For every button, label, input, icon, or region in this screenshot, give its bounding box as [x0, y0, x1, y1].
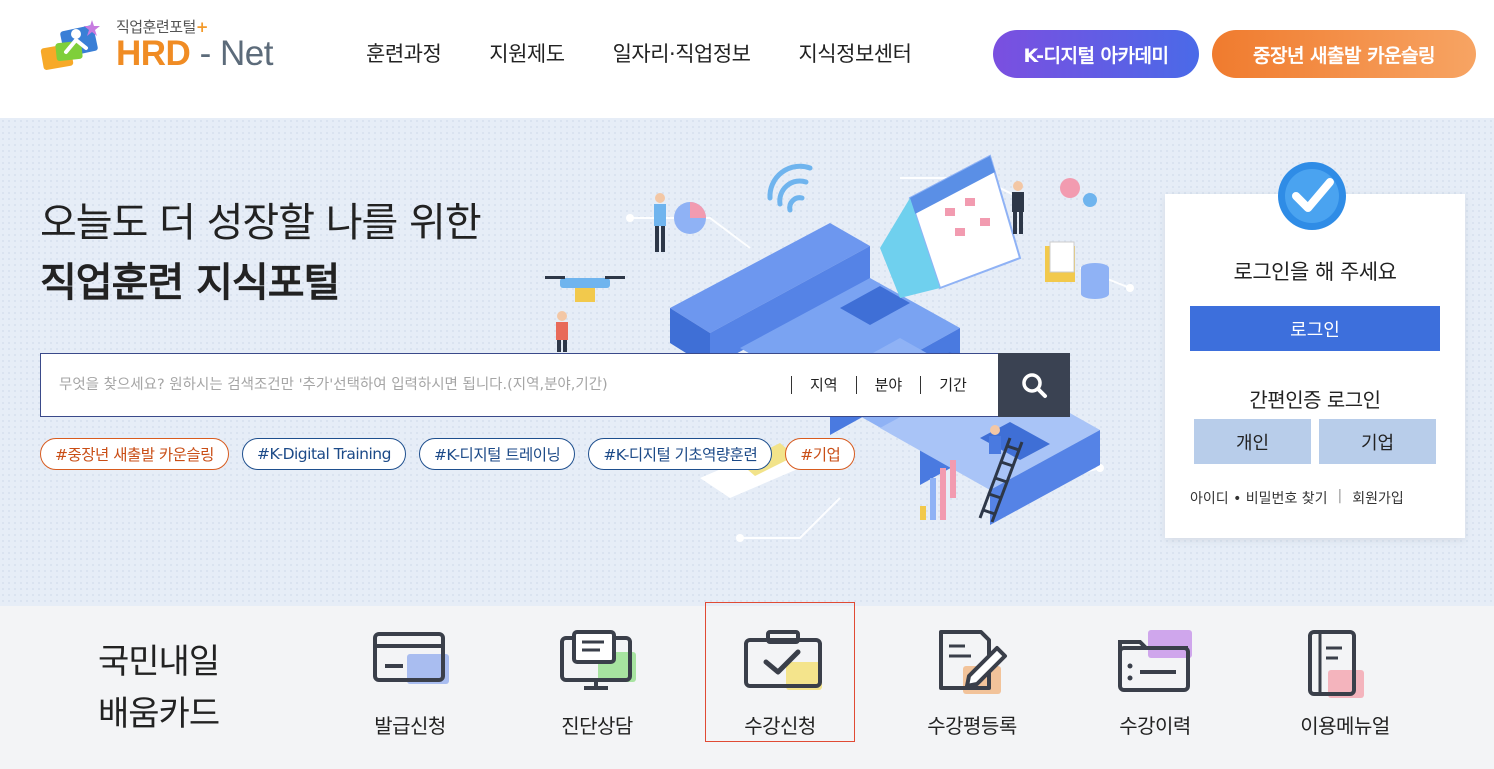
- learning-card-title-line1: 국민내일: [98, 642, 220, 682]
- tag-k-digital-training-kr[interactable]: #K-디지털 트레이닝: [418, 438, 576, 470]
- personal-login-button[interactable]: 개인: [1194, 419, 1311, 464]
- tag-k-digital-basic[interactable]: #K-디지털 기초역량훈련: [588, 438, 773, 470]
- briefcase-check-icon: [744, 630, 822, 690]
- menu-label-enrollment: 수강신청: [744, 714, 816, 738]
- tag-midcareer-counseling[interactable]: #중장년 새출발 카운슬링: [40, 438, 229, 470]
- menu-diagnostic-consult[interactable]: 진단상담: [522, 606, 672, 742]
- hero-title-line1: 오늘도 더 성장할 나를 위한: [40, 200, 482, 246]
- learning-card-title-line2: 배움카드: [98, 694, 220, 734]
- login-prompt: 로그인을 해 주세요: [1233, 260, 1397, 284]
- manual-book-icon: [1308, 630, 1364, 698]
- hashtag-list: #중장년 새출발 카운슬링 #K-Digital Training #K-디지털…: [40, 438, 868, 470]
- filter-period[interactable]: 기간: [920, 376, 985, 394]
- tag-corporate[interactable]: #기업: [785, 438, 856, 470]
- link-separator: |: [1337, 488, 1343, 504]
- hrd-net-logo[interactable]: 직업훈련포털+ HRD - Net: [40, 14, 290, 76]
- filter-field[interactable]: 분야: [855, 376, 921, 394]
- document-edit-icon: [939, 630, 1007, 694]
- menu-course-review[interactable]: 수강평등록: [897, 606, 1047, 742]
- nav-knowledge-center[interactable]: 지식정보센터: [798, 38, 911, 68]
- search-button[interactable]: [998, 353, 1070, 417]
- monitor-chat-icon: [560, 630, 636, 690]
- hero-title-line2: 직업훈련 지식포털: [40, 260, 340, 306]
- menu-issue-application[interactable]: 발급신청: [335, 606, 485, 742]
- nav-job-info[interactable]: 일자리·직업정보: [613, 38, 751, 68]
- tag-k-digital-training[interactable]: #K-Digital Training: [241, 438, 406, 470]
- menu-label-manual: 이용메뉴얼: [1300, 714, 1390, 738]
- nav-training-courses[interactable]: 훈련과정: [366, 38, 442, 68]
- login-button[interactable]: 로그인: [1190, 306, 1440, 351]
- midcareer-counseling-button[interactable]: 중장년 새출발 카운슬링: [1212, 30, 1476, 78]
- menu-label-review: 수강평등록: [927, 714, 1017, 738]
- corporate-login-button[interactable]: 기업: [1319, 419, 1436, 464]
- search-filters: 지역 분야 기간: [791, 354, 985, 416]
- easy-auth-title: 간편인증 로그인: [1249, 388, 1381, 412]
- logo-dash: -: [199, 34, 212, 73]
- header: 직업훈련포털+ HRD - Net 훈련과정 지원제도 일자리·직업정보 지식정…: [0, 0, 1494, 118]
- login-card: 로그인을 해 주세요 로그인 간편인증 로그인 개인 기업 아이디 • 비밀번호…: [1165, 194, 1465, 538]
- search-icon: [1022, 373, 1047, 398]
- menu-label-diagnostic: 진단상담: [561, 714, 633, 738]
- menu-course-enrollment[interactable]: 수강신청: [705, 602, 855, 742]
- menu-label-history: 수강이력: [1119, 714, 1191, 738]
- learning-card-title: 국민내일 배움카드: [98, 636, 220, 740]
- card-icon: [373, 632, 449, 684]
- logo-mark-icon: [40, 20, 100, 70]
- logo-hrd: HRD: [116, 34, 191, 73]
- logo-net: Net: [219, 34, 273, 73]
- learning-card-section: 국민내일 배움카드 발급신청 진단상담 수강신청 수강평등록 수강이력 이용메뉴…: [0, 602, 1494, 769]
- nav-support-system[interactable]: 지원제도: [489, 38, 565, 68]
- login-links: 아이디 • 비밀번호 찾기 | 회원가입: [1190, 488, 1404, 508]
- search-input[interactable]: [41, 354, 791, 416]
- find-id-password-link[interactable]: 아이디 • 비밀번호 찾기: [1190, 488, 1328, 508]
- menu-course-history[interactable]: 수강이력: [1080, 606, 1230, 742]
- signup-link[interactable]: 회원가입: [1352, 488, 1404, 508]
- main-nav: 훈련과정 지원제도 일자리·직업정보 지식정보센터: [366, 38, 912, 68]
- folder-history-icon: [1118, 630, 1192, 692]
- kdigital-academy-button[interactable]: K-디지털 아카데미: [993, 30, 1199, 78]
- search-bar: 지역 분야 기간: [40, 353, 1070, 417]
- check-badge-icon: [1278, 162, 1346, 230]
- filter-region[interactable]: 지역: [791, 376, 856, 394]
- menu-label-issue: 발급신청: [374, 714, 446, 738]
- menu-user-manual[interactable]: 이용메뉴얼: [1270, 606, 1420, 742]
